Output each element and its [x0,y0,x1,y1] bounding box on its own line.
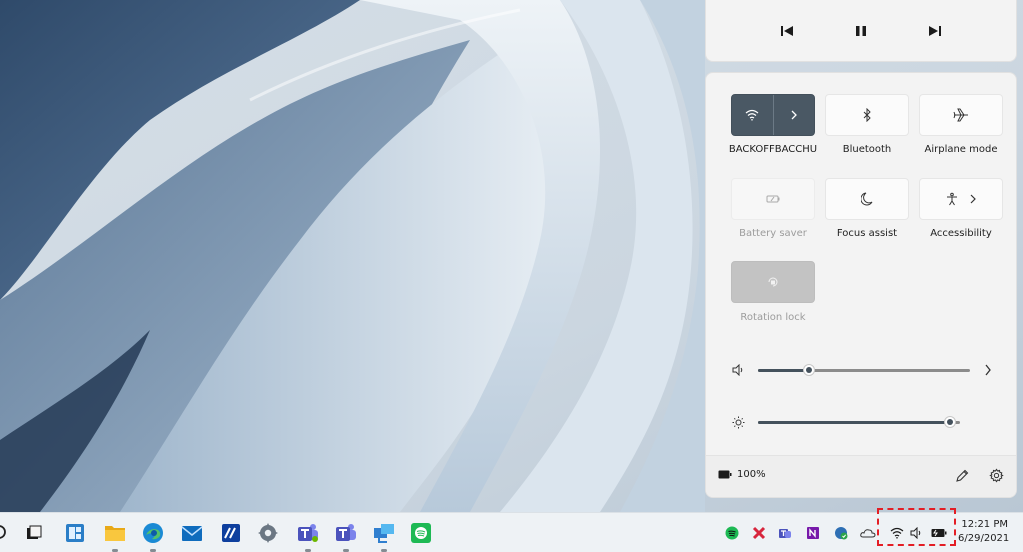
onedrive-tray-button[interactable] [860,525,876,541]
battery-saver-label: Battery saver [739,228,807,239]
battery-icon [931,529,947,537]
onedrive-tray-icon [860,529,876,538]
battery-tray-button[interactable] [931,525,947,541]
bluetooth-tile[interactable] [825,94,909,136]
edit-quick-settings-button[interactable] [954,468,970,484]
brightness-icon [732,416,745,428]
rotation-lock-icon [768,277,778,287]
battery-icon [718,470,732,479]
media-controls-panel [705,0,1017,62]
bluetooth-icon [863,108,871,122]
volume-slider-row [732,360,994,380]
search-icon [0,525,6,539]
rotation-lock-label: Rotation lock [740,312,806,323]
accessibility-tile[interactable] [919,178,1003,220]
battery-saver-tile[interactable] [731,178,815,220]
chevron-right-icon [791,110,797,120]
airplane-icon [953,108,968,122]
pause-icon [856,25,866,36]
onenote-tray-button[interactable] [805,525,821,541]
teams-button[interactable] [294,519,322,552]
chevron-right-icon [970,194,976,204]
speaker-icon [910,527,921,539]
wifi-toggle[interactable] [732,95,773,135]
chevron-right-icon[interactable] [984,364,992,376]
settings-icon [258,523,278,543]
wifi-tile[interactable] [731,94,815,136]
xbox-tray-button[interactable] [751,525,767,541]
teams-tray-button[interactable] [777,525,793,541]
settings-app-button[interactable] [254,519,282,547]
wifi-icon [745,109,759,121]
airplane-mode-tile[interactable] [919,94,1003,136]
next-track-button[interactable] [918,14,952,48]
accessibility-icon [947,192,957,206]
teams-icon [336,524,356,541]
clock[interactable]: 12:21 PM 6/29/2021 [958,518,1010,546]
accessibility-label: Accessibility [930,228,992,239]
wifi-label: BACKOFFBACCHU [728,144,818,155]
moon-icon [861,192,873,206]
search-button[interactable] [0,519,14,547]
stock-app-button[interactable] [217,519,245,547]
battery-percentage: 100% [737,469,766,480]
settings-button[interactable] [989,468,1005,484]
mail-icon [181,526,203,541]
teams-chat-button[interactable] [332,519,360,552]
volume-slider-fill [758,368,809,372]
widgets-button[interactable] [61,519,89,547]
file-explorer-icon [105,526,125,541]
wifi-icon [890,527,904,539]
previous-track-icon [781,25,793,36]
date-text: 6/29/2021 [958,533,1010,544]
previous-track-button[interactable] [770,14,804,48]
task-view-icon [27,525,42,539]
volume-tray-button[interactable] [908,525,924,541]
remote-desktop-icon [374,524,394,543]
volume-slider-thumb[interactable] [802,363,815,376]
quick-settings-footer: 100% [706,455,1016,497]
network-tray-button[interactable] [889,525,905,541]
battery-status[interactable]: 100% [718,469,766,480]
speaker-icon[interactable] [732,364,744,376]
airplane-mode-label: Airplane mode [924,144,998,155]
brightness-slider-row [732,412,994,432]
defender-tray-icon [835,527,848,540]
spotify-tray-icon [725,526,739,540]
spotify-tray-button[interactable] [724,525,740,541]
wifi-expand-button[interactable] [774,95,815,135]
rotation-lock-tile[interactable] [731,261,815,303]
brightness-slider[interactable] [758,415,960,428]
brightness-slider-fill [758,420,950,424]
edge-icon [143,523,163,543]
mail-button[interactable] [178,519,206,547]
focus-assist-label: Focus assist [836,228,898,239]
xbox-tray-icon [752,526,766,540]
brightness-slider-thumb[interactable] [943,415,956,428]
spotify-button[interactable] [407,519,435,547]
focus-assist-tile[interactable] [825,178,909,220]
pause-button[interactable] [844,14,878,48]
stock-app-icon [222,524,240,542]
task-view-button[interactable] [20,519,48,547]
pencil-icon [956,469,969,482]
onenote-tray-icon [807,527,819,539]
teams-tray-icon [779,529,791,538]
taskbar: 12:21 PM 6/29/2021 [0,512,1023,552]
file-explorer-button[interactable] [101,519,129,552]
spotify-icon [411,523,431,543]
defender-tray-button[interactable] [833,525,849,541]
volume-slider[interactable] [758,363,970,376]
next-track-icon [929,25,941,36]
battery-saver-icon [766,195,780,203]
edge-button[interactable] [139,519,167,552]
time-text: 12:21 PM [961,519,1008,530]
quick-settings-panel: BACKOFFBACCHU Bluetooth Airplane mode Ba… [705,72,1017,498]
bluetooth-label: Bluetooth [842,144,892,155]
gear-icon [989,468,1004,483]
teams-icon [298,524,318,542]
remote-desktop-button[interactable] [370,519,398,552]
widgets-icon [66,524,84,542]
